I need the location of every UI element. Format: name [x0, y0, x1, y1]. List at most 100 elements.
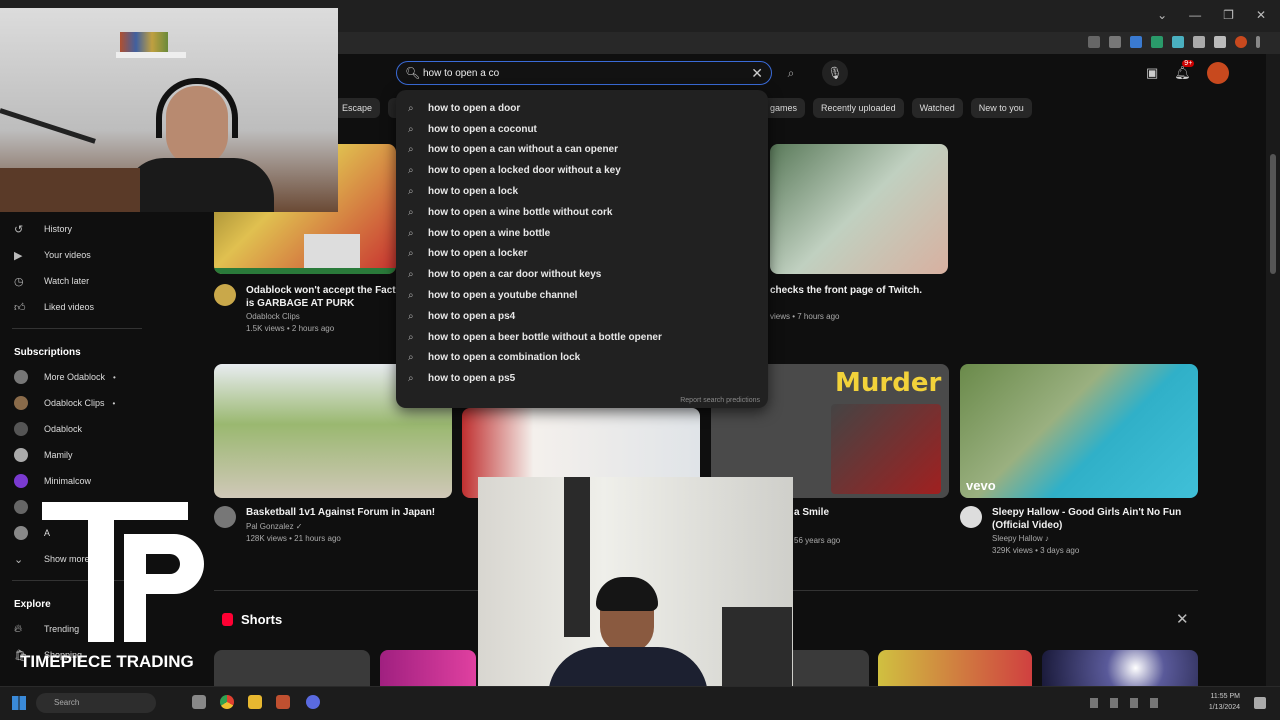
shelf-items: [120, 32, 168, 52]
page-scrollbar[interactable]: [1266, 54, 1280, 686]
logo-text: TIMEPIECE TRADING: [20, 652, 194, 671]
desk: [0, 168, 140, 212]
report-predictions-link[interactable]: Report search predictions: [680, 397, 760, 404]
notifications-bell-icon[interactable]: 🔔︎ 9+: [1174, 60, 1195, 81]
suggestion-item[interactable]: ⌕ how to open a lock: [396, 181, 768, 202]
create-video-icon[interactable]: ▣: [1146, 65, 1158, 81]
close-icon[interactable]: ✕: [1176, 610, 1189, 628]
header-actions: ▣ 🔔︎ 9+: [1146, 60, 1229, 84]
short-thumbnail[interactable]: [214, 650, 370, 686]
streamer-webcam: [0, 8, 338, 212]
subscription-item[interactable]: Minimalcow: [0, 468, 200, 494]
chip[interactable]: New to you: [970, 98, 1032, 118]
video-thumbnail[interactable]: [770, 144, 948, 274]
close-window-button[interactable]: ✕: [1256, 8, 1266, 22]
notification-center-icon[interactable]: [1254, 697, 1266, 709]
chip[interactable]: Escape: [334, 98, 381, 118]
tab-search-icon[interactable]: ⌄: [1157, 8, 1167, 22]
chip[interactable]: Watched: [911, 98, 963, 118]
extension-icon[interactable]: [1130, 36, 1142, 48]
suggestion-item[interactable]: ⌕ how to open a combination lock: [396, 348, 768, 369]
video-title[interactable]: Basketball 1v1 Against Forum in Japan!: [246, 506, 446, 519]
video-channel[interactable]: Sleepy Hallow ♪: [992, 534, 1049, 543]
taskview-icon[interactable]: [192, 695, 206, 709]
channel-avatar[interactable]: [214, 284, 236, 306]
sidebar-item-watch-later[interactable]: ◷ Watch later: [0, 268, 200, 294]
channel-avatar: [14, 422, 28, 436]
app-icon[interactable]: [306, 695, 320, 709]
short-thumbnail[interactable]: [793, 650, 869, 686]
suggestion-item[interactable]: ⌕ how to open a wine bottle: [396, 223, 768, 244]
chrome-icon[interactable]: [220, 695, 234, 709]
logo-bar: [42, 502, 188, 520]
suggestion-item[interactable]: ⌕ how to open a ps5: [396, 368, 768, 389]
windows-start-icon[interactable]: [12, 696, 26, 710]
video-channel[interactable]: Odablock Clips: [246, 312, 300, 321]
channel-avatar[interactable]: [214, 506, 236, 528]
sidebar-item-history[interactable]: ↺ History: [0, 216, 200, 242]
headphones: [156, 78, 238, 138]
app-icon[interactable]: [276, 695, 290, 709]
subscription-item[interactable]: Mamily: [0, 442, 200, 468]
suggestion-item[interactable]: ⌕ how to open a locked door without a key: [396, 160, 768, 181]
suggestion-text: how to open a ps5: [428, 373, 516, 385]
taskbar-search[interactable]: Search: [36, 693, 156, 713]
search-input[interactable]: [423, 67, 752, 79]
search-icon: ⌕: [408, 248, 414, 260]
extension-icon[interactable]: [1151, 36, 1163, 48]
suggestion-item[interactable]: ⌕ how to open a ps4: [396, 306, 768, 327]
sidebar-item-label: Your videos: [44, 250, 91, 260]
sidebar-item-liked[interactable]: 👍︎ Liked videos: [0, 294, 200, 320]
channel-avatar: [14, 526, 28, 540]
chip[interactable]: games: [762, 98, 806, 118]
suggestion-item[interactable]: ⌕ how to open a can without a can opener: [396, 140, 768, 161]
share-icon[interactable]: [1088, 36, 1100, 48]
profile-icon[interactable]: [1235, 36, 1247, 48]
clear-search-icon[interactable]: ✕: [751, 65, 763, 82]
suggestion-text: how to open a lock: [428, 186, 519, 198]
video-stats: 56 years ago: [794, 536, 841, 545]
minimize-button[interactable]: —: [1189, 8, 1201, 22]
puzzle-icon[interactable]: [1193, 36, 1205, 48]
account-avatar[interactable]: [1206, 62, 1229, 84]
maximize-button[interactable]: ❐: [1223, 8, 1234, 22]
suggestion-item[interactable]: ⌕ how to open a youtube channel: [396, 285, 768, 306]
murder-text: Murder: [835, 368, 942, 398]
search-button[interactable]: ⌕: [778, 61, 804, 85]
search-icon: ⌕: [408, 186, 414, 198]
bookmark-star-icon[interactable]: [1109, 36, 1121, 48]
sidebar-item-your-videos[interactable]: ▶ Your videos: [0, 242, 200, 268]
video-thumbnail[interactable]: vevo: [960, 364, 1198, 498]
search-box[interactable]: 🔍︎ ✕: [396, 61, 772, 85]
file-explorer-icon[interactable]: [248, 695, 262, 709]
taskbar-clock[interactable]: 11:55 PM 1/13/2024: [1209, 691, 1240, 713]
system-tray-icons[interactable]: [1090, 698, 1170, 708]
video-channel[interactable]: Pal Gonzalez ✓: [246, 522, 303, 531]
video-title[interactable]: Sleepy Hallow - Good Girls Ain't No Fun …: [992, 506, 1192, 532]
channel-avatar: [14, 396, 28, 410]
short-thumbnail[interactable]: [380, 650, 476, 686]
subscription-item[interactable]: Odablock Clips •: [0, 390, 200, 416]
short-thumbnail[interactable]: [878, 650, 1032, 686]
video-title[interactable]: checks the front page of Twitch.: [770, 284, 970, 297]
suggestion-item[interactable]: ⌕ how to open a beer bottle without a bot…: [396, 327, 768, 348]
scrollbar-thumb[interactable]: [1270, 154, 1276, 274]
suggestion-text: how to open a wine bottle: [428, 227, 551, 239]
suggestion-item[interactable]: ⌕ how to open a wine bottle without cork: [396, 202, 768, 223]
subscription-item[interactable]: Odablock: [0, 416, 200, 442]
chip[interactable]: Recently uploaded: [813, 98, 904, 118]
extension-icon[interactable]: [1172, 36, 1184, 48]
subscription-item[interactable]: More Odablock •: [0, 364, 200, 390]
video-stats: 1.5K views • 2 hours ago: [246, 324, 335, 333]
suggestion-item[interactable]: ⌕ how to open a locker: [396, 244, 768, 265]
suggestion-item[interactable]: ⌕ how to open a door: [396, 98, 768, 119]
screen: ⌄ — ❐ ✕ 🔍︎ ✕ ⌕ 🎙︎ ▣ 🔔︎9+ Escape M games: [0, 0, 1280, 720]
mic-icon[interactable]: 🎙︎: [822, 60, 848, 86]
suggestion-item[interactable]: ⌕ how to open a car door without keys: [396, 264, 768, 285]
channel-avatar[interactable]: [960, 506, 982, 528]
suggestion-item[interactable]: ⌕ how to open a coconut: [396, 119, 768, 140]
mic-arm: [0, 108, 96, 144]
menu-icon[interactable]: [1256, 36, 1260, 48]
short-thumbnail[interactable]: [1042, 650, 1198, 686]
sidepanel-icon[interactable]: [1214, 36, 1226, 48]
